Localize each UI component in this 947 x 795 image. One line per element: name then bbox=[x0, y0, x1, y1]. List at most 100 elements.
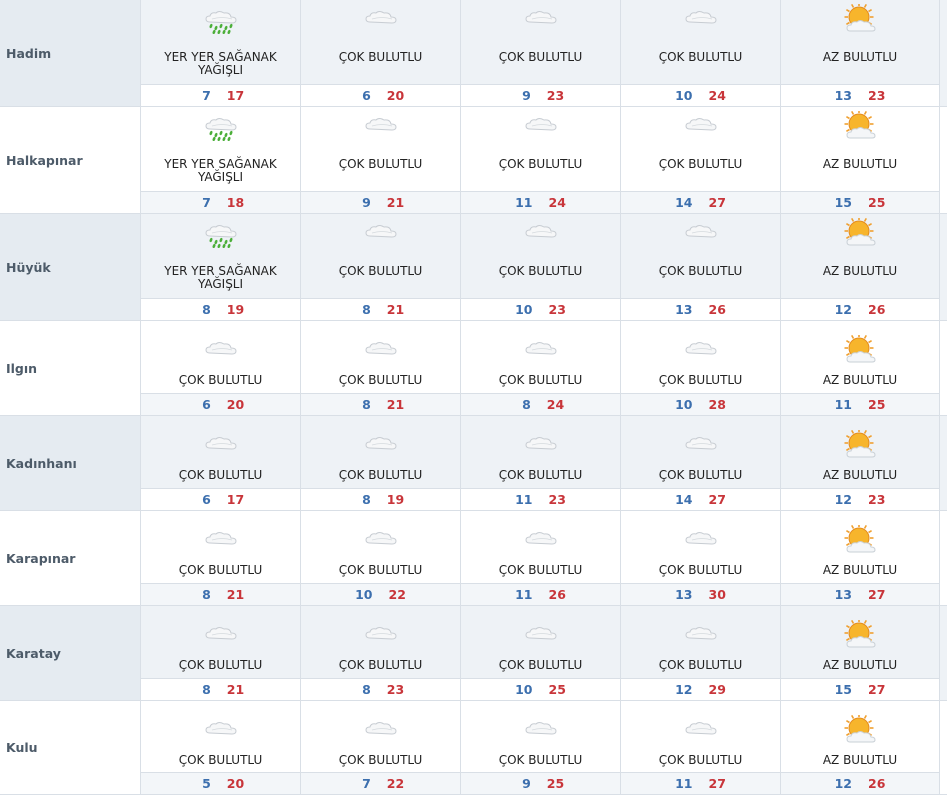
weather-description: ÇOK BULUTLU bbox=[178, 373, 263, 387]
weather-description: AZ BULUTLU bbox=[822, 468, 898, 482]
temperature-range: 6 20 bbox=[301, 84, 460, 106]
cloudy-icon bbox=[621, 620, 780, 650]
max-temperature: 25 bbox=[546, 776, 565, 791]
weather-description: ÇOK BULUTLU bbox=[658, 264, 743, 278]
max-temperature: 23 bbox=[868, 88, 886, 103]
district-name[interactable]: Karapınar bbox=[0, 511, 141, 605]
cloudy-icon bbox=[461, 525, 620, 555]
weather-description: ÇOK BULUTLU bbox=[658, 468, 743, 482]
weather-description: ÇOK BULUTLU bbox=[338, 658, 423, 672]
partly-sunny-icon bbox=[781, 111, 939, 141]
weather-description: AZ BULUTLU bbox=[822, 157, 898, 171]
day-forecast-cell: ÇOK BULUTLU 13 26 bbox=[621, 214, 781, 320]
day-forecast-cell: ÇOK BULUTLU 9 25 bbox=[461, 701, 621, 794]
partly-sunny-icon bbox=[781, 218, 939, 248]
max-temperature: 27 bbox=[868, 682, 886, 697]
min-temperature: 8 bbox=[202, 302, 211, 317]
min-temperature: 6 bbox=[202, 397, 211, 412]
district-name[interactable]: Hadim bbox=[0, 0, 141, 106]
max-temperature: 22 bbox=[388, 587, 406, 602]
min-temperature: 8 bbox=[362, 302, 371, 317]
max-temperature: 18 bbox=[226, 195, 245, 210]
min-temperature: 9 bbox=[362, 195, 371, 210]
temperature-range: 12 26 bbox=[781, 772, 939, 794]
min-temperature: 8 bbox=[522, 397, 531, 412]
temperature-range: 13 27 bbox=[781, 583, 939, 605]
min-temperature: 10 bbox=[675, 397, 693, 412]
max-temperature: 26 bbox=[868, 302, 886, 317]
min-temperature: 8 bbox=[362, 682, 371, 697]
temperature-range: 11 26 bbox=[461, 583, 620, 605]
temperature-range: 6 20 bbox=[141, 393, 300, 415]
min-temperature: 7 bbox=[362, 776, 371, 791]
min-temperature: 12 bbox=[834, 302, 852, 317]
cloudy-icon bbox=[141, 620, 300, 650]
cloudy-icon bbox=[461, 620, 620, 650]
max-temperature: 22 bbox=[386, 776, 405, 791]
max-temperature: 26 bbox=[708, 302, 726, 317]
district-name[interactable]: Kadınhanı bbox=[0, 416, 141, 510]
min-temperature: 6 bbox=[362, 88, 371, 103]
max-temperature: 21 bbox=[226, 682, 245, 697]
district-name[interactable]: Karatay bbox=[0, 606, 141, 700]
weather-description: ÇOK BULUTLU bbox=[498, 468, 583, 482]
cloudy-icon bbox=[461, 335, 620, 365]
temperature-range: 10 24 bbox=[621, 84, 780, 106]
day-forecast-cell: ÇOK BULUTLU 11 23 bbox=[461, 416, 621, 510]
weather-description: ÇOK BULUTLU bbox=[178, 658, 263, 672]
day-forecast-cell: ÇOK BULUTLU 5 20 bbox=[141, 701, 301, 794]
min-temperature: 5 bbox=[202, 776, 211, 791]
day-forecast-cell: ÇOK BULUTLU 12 29 bbox=[621, 606, 781, 700]
cloudy-icon bbox=[301, 218, 460, 248]
day-forecast-cell: ÇOK BULUTLU 6 20 bbox=[141, 321, 301, 415]
district-name[interactable]: Hüyük bbox=[0, 214, 141, 320]
day-forecast-cell: ÇOK BULUTLU 11 24 bbox=[461, 107, 621, 213]
district-name[interactable]: Halkapınar bbox=[0, 107, 141, 213]
min-temperature: 10 bbox=[515, 682, 533, 697]
min-temperature: 10 bbox=[355, 587, 373, 602]
forecast-table: Hadim YER YER SAĞANAK YAĞIŞLI 7 17 ÇOK BULUT… bbox=[0, 0, 947, 795]
temperature-range: 5 20 bbox=[141, 772, 300, 794]
temperature-range: 10 22 bbox=[301, 583, 460, 605]
max-temperature: 20 bbox=[226, 397, 245, 412]
min-temperature: 8 bbox=[202, 682, 211, 697]
max-temperature: 30 bbox=[708, 587, 726, 602]
min-temperature: 11 bbox=[675, 776, 693, 791]
cloudy-icon bbox=[461, 4, 620, 34]
district-name[interactable]: Ilgın bbox=[0, 321, 141, 415]
day-forecast-cell: ÇOK BULUTLU 10 28 bbox=[621, 321, 781, 415]
max-temperature: 26 bbox=[868, 776, 886, 791]
weather-description: ÇOK BULUTLU bbox=[178, 563, 263, 577]
forecast-row: Kadınhanı ÇOK BULUTLU 6 17 ÇOK BULUTLU 8 19 ÇOK… bbox=[0, 416, 947, 511]
day-forecast-cell: YER YER SAĞANAK YAĞIŞLI 8 19 bbox=[141, 214, 301, 320]
max-temperature: 25 bbox=[548, 682, 566, 697]
min-temperature: 8 bbox=[202, 587, 211, 602]
temperature-range: 10 23 bbox=[461, 298, 620, 320]
weather-description: ÇOK BULUTLU bbox=[658, 658, 743, 672]
weather-description: ÇOK BULUTLU bbox=[658, 157, 743, 171]
district-name[interactable]: Kulu bbox=[0, 701, 141, 794]
day-forecast-cell: AZ BULUTLU 15 27 bbox=[781, 606, 940, 700]
weather-description: ÇOK BULUTLU bbox=[338, 563, 423, 577]
forecast-row: Karapınar ÇOK BULUTLU 8 21 ÇOK BULUTLU 10 22 ÇO… bbox=[0, 511, 947, 606]
weather-description: ÇOK BULUTLU bbox=[498, 264, 583, 278]
temperature-range: 7 17 bbox=[141, 84, 300, 106]
forecast-row: Kulu ÇOK BULUTLU 5 20 ÇOK BULUTLU 7 22 ÇOK BULU… bbox=[0, 701, 947, 795]
day-forecast-cell: ÇOK BULUTLU 8 21 bbox=[141, 606, 301, 700]
cloudy-icon bbox=[141, 430, 300, 460]
temperature-range: 8 19 bbox=[301, 488, 460, 510]
temperature-range: 8 21 bbox=[141, 678, 300, 700]
day-forecast-cell: ÇOK BULUTLU 7 22 bbox=[301, 701, 461, 794]
forecast-row: Hüyük YER YER SAĞANAK YAĞIŞLI 8 19 ÇOK BULUT… bbox=[0, 214, 947, 321]
forecast-row: Karatay ÇOK BULUTLU 8 21 ÇOK BULUTLU 8 23 ÇOK B… bbox=[0, 606, 947, 701]
temperature-range: 7 22 bbox=[301, 772, 460, 794]
partly-sunny-icon bbox=[781, 715, 939, 745]
max-temperature: 27 bbox=[708, 492, 726, 507]
temperature-range: 8 21 bbox=[141, 583, 300, 605]
day-forecast-cell: ÇOK BULUTLU 10 22 bbox=[301, 511, 461, 605]
max-temperature: 21 bbox=[386, 302, 405, 317]
max-temperature: 25 bbox=[868, 195, 886, 210]
min-temperature: 7 bbox=[202, 195, 211, 210]
max-temperature: 26 bbox=[548, 587, 566, 602]
cloudy-icon bbox=[461, 218, 620, 248]
